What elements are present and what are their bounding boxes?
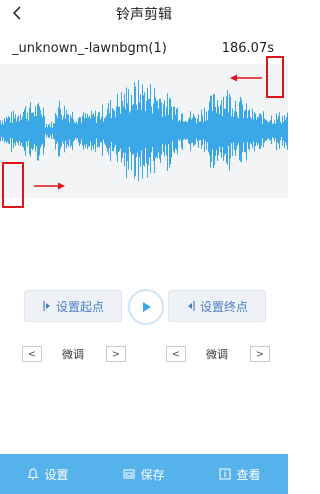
set-end-label: 设置终点 [199, 299, 248, 314]
fine-tune-left-prev[interactable]: < [22, 346, 42, 362]
view-button[interactable]: 查看 [192, 454, 288, 494]
chevron-left-icon: < [171, 348, 181, 360]
save-label: 保存 [140, 467, 165, 482]
arrow-right-icon [34, 182, 65, 190]
bell-icon [27, 468, 40, 480]
fine-tune-left-next[interactable]: > [106, 346, 126, 362]
waveform[interactable] [0, 64, 288, 198]
save-icon [123, 468, 135, 480]
end-handle-highlight [266, 56, 284, 98]
play-button[interactable] [128, 289, 164, 325]
file-name: _unknown_-lawnbgm(1) [12, 41, 167, 56]
start-handle-highlight [2, 162, 24, 208]
bottom-bar: 设置 保存 查看 [0, 454, 288, 494]
arrow-left-icon [230, 74, 262, 82]
chevron-right-icon: > [111, 348, 121, 360]
start-marker-icon [42, 300, 52, 312]
view-icon [219, 468, 231, 480]
set-start-button[interactable]: 设置起点 [24, 290, 122, 322]
header: 铃声剪辑 [0, 0, 288, 28]
view-label: 查看 [236, 467, 261, 482]
chevron-right-icon: > [255, 348, 265, 360]
save-button[interactable]: 保存 [96, 454, 192, 494]
fine-tune-right-prev[interactable]: < [166, 346, 186, 362]
end-marker-icon [186, 300, 196, 312]
chevron-left-icon: < [27, 348, 37, 360]
play-icon [143, 302, 151, 312]
fine-tune-right-label: 微调 [206, 348, 228, 361]
settings-button[interactable]: 设置 [0, 454, 96, 494]
file-duration: 186.07s [221, 41, 274, 56]
set-end-button[interactable]: 设置终点 [168, 290, 266, 322]
fine-tune-right-next[interactable]: > [250, 346, 270, 362]
fine-tune-left-label: 微调 [62, 348, 84, 361]
settings-label: 设置 [44, 467, 69, 482]
set-start-label: 设置起点 [55, 299, 104, 314]
page-title: 铃声剪辑 [116, 7, 172, 23]
waveform-area[interactable] [0, 64, 288, 198]
